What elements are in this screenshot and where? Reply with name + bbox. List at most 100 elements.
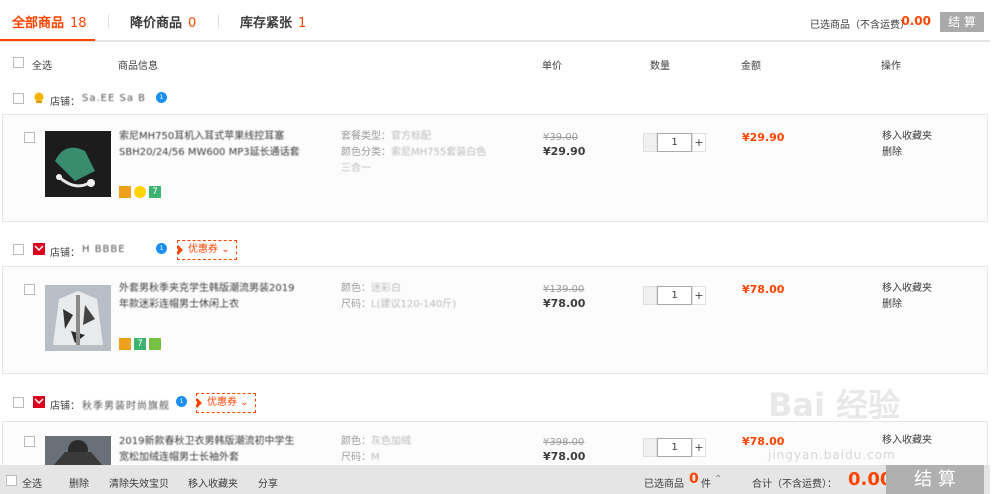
move-to-favorites-link[interactable]: 移入收藏夹 bbox=[882, 281, 932, 297]
sku-value: 三合一 bbox=[341, 163, 371, 174]
shop-row: 店铺： Sa.EE Sa B 1 bbox=[0, 90, 990, 110]
tmall-shop-icon bbox=[33, 243, 45, 255]
cart-tabs: 全部商品 18 降价商品 0 库存紧张 1 已选商品（不含运费） 0.00 结 算 bbox=[0, 0, 990, 42]
item-checkbox[interactable] bbox=[24, 132, 35, 143]
wangwang-chat-icon[interactable]: 1 bbox=[156, 243, 167, 254]
item-checkbox[interactable] bbox=[24, 436, 35, 447]
coupon-button[interactable]: 优惠券 ⌄ bbox=[196, 393, 256, 413]
decrease-quantity-button[interactable] bbox=[643, 438, 657, 457]
sku-line: 颜色：灰色加绒 bbox=[341, 434, 411, 450]
camo-jacket-product-image bbox=[45, 285, 111, 351]
quantity-input[interactable]: 1 bbox=[657, 438, 692, 457]
decrease-quantity-button[interactable] bbox=[643, 133, 657, 152]
shop-checkbox[interactable] bbox=[13, 93, 24, 104]
lightbulb-icon bbox=[134, 186, 146, 198]
sku-value: 索尼MH755套装白色 bbox=[391, 147, 487, 158]
quantity-input[interactable]: 1 bbox=[657, 133, 692, 152]
sku-value: 官方标配 bbox=[391, 131, 431, 142]
original-price: ¥139.00 bbox=[543, 284, 585, 295]
credit-card-icon bbox=[119, 186, 131, 198]
tab-label: 全部商品 bbox=[12, 16, 65, 31]
item-thumbnail[interactable] bbox=[45, 131, 111, 197]
coupon-button[interactable]: 优惠券 ⌄ bbox=[177, 240, 237, 260]
increase-quantity-button[interactable]: + bbox=[692, 286, 706, 305]
increase-quantity-button[interactable]: + bbox=[692, 438, 706, 457]
move-to-favorites-link[interactable]: 移入收藏夹 bbox=[882, 433, 932, 449]
sku-value: 迷彩白 bbox=[371, 283, 401, 294]
wangwang-chat-icon[interactable]: 1 bbox=[176, 396, 187, 407]
item-thumbnail[interactable] bbox=[45, 436, 111, 466]
item-amount: ¥29.90 bbox=[742, 131, 785, 144]
clear-invalid-items-link[interactable]: 清除失效宝贝 bbox=[109, 475, 169, 490]
tab-divider bbox=[108, 14, 109, 28]
shop-checkbox[interactable] bbox=[13, 244, 24, 255]
sku-label: 套餐类型： bbox=[341, 131, 391, 142]
item-amount: ¥78.00 bbox=[742, 283, 785, 296]
unit-price: ¥78.00 bbox=[543, 297, 586, 310]
sku-line: 套餐类型：官方标配 bbox=[341, 129, 486, 145]
tab-all-items[interactable]: 全部商品 18 bbox=[0, 12, 95, 41]
sku-label: 颜色： bbox=[341, 283, 371, 294]
top-checkout-button[interactable]: 结 算 bbox=[940, 12, 984, 32]
total-label: 合计（不含运费）： bbox=[752, 479, 837, 490]
service-icons: 7 bbox=[119, 337, 164, 351]
tab-label: 降价商品 bbox=[130, 16, 183, 31]
footer-select-all-label: 全选 bbox=[22, 479, 42, 490]
shop-checkbox[interactable] bbox=[13, 397, 24, 408]
item-checkbox[interactable] bbox=[24, 284, 35, 295]
unit-price: ¥78.00 bbox=[543, 450, 586, 463]
coupon-label: 优惠券 bbox=[188, 244, 218, 255]
sku-label: 尺码： bbox=[341, 452, 371, 463]
item-title-link[interactable]: 索尼MH750耳机入耳式苹果线控耳塞 SBH20/24/56 MW600 MP3… bbox=[119, 129, 304, 161]
item-title-link[interactable]: 外套男秋季夹克学生韩版潮流男装2019年款迷彩连帽男士休闲上衣 bbox=[119, 281, 304, 313]
tab-label: 库存紧张 bbox=[240, 16, 293, 31]
quantity-stepper: 1 + bbox=[643, 133, 706, 152]
select-all-checkbox[interactable] bbox=[13, 57, 24, 68]
column-unit-price: 单价 bbox=[542, 61, 562, 72]
tab-count: 0 bbox=[188, 16, 197, 31]
column-amount: 金额 bbox=[741, 61, 761, 72]
footer-move-to-favorites-link[interactable]: 移入收藏夹 bbox=[188, 475, 238, 490]
shop-name-link[interactable]: 秋季男装时尚旗舰 bbox=[82, 397, 170, 412]
cart-header: 全选 商品信息 单价 数量 金额 操作 bbox=[0, 55, 990, 75]
checkout-button[interactable]: 结 算 bbox=[886, 465, 984, 494]
delete-item-link[interactable]: 删除 bbox=[882, 145, 932, 161]
quantity-input[interactable]: 1 bbox=[657, 286, 692, 305]
share-link[interactable]: 分享 bbox=[258, 475, 278, 490]
tab-price-drop[interactable]: 降价商品 0 bbox=[130, 12, 196, 31]
item-sku: 颜色：灰色加绒 尺码：M bbox=[341, 434, 411, 466]
sku-label: 颜色： bbox=[341, 436, 371, 447]
wangwang-chat-icon[interactable]: 1 bbox=[156, 92, 167, 103]
selected-count-label: 已选商品 bbox=[644, 479, 684, 490]
shop-row: 店铺： H ВВВЕ 1 优惠券 ⌄ bbox=[0, 240, 990, 260]
sku-line: 颜色：迷彩白 bbox=[341, 281, 456, 297]
item-sku: 套餐类型：官方标配 颜色分类：索尼MH755套装白色 三合一 bbox=[341, 129, 486, 177]
sku-line: 颜色分类：索尼MH755套装白色 bbox=[341, 145, 486, 161]
item-amount: ¥78.00 bbox=[742, 435, 785, 448]
select-all-label: 全选 bbox=[32, 61, 52, 72]
tab-divider bbox=[218, 14, 219, 28]
tab-low-stock[interactable]: 库存紧张 1 bbox=[240, 12, 306, 31]
chevron-up-icon[interactable]: ⌃ bbox=[714, 474, 722, 485]
shop-label: 店铺： bbox=[50, 248, 80, 259]
shop-name-link[interactable]: Sa.EE Sa B bbox=[82, 93, 146, 104]
footer-delete-link[interactable]: 删除 bbox=[69, 475, 89, 490]
item-actions: 移入收藏夹 删除 bbox=[882, 129, 932, 161]
item-title-link[interactable]: 2019新款春秋卫衣男韩版潮流初中学生宽松加绒连帽男士长袖外套 bbox=[119, 434, 304, 466]
tmall-shop-icon bbox=[33, 396, 45, 408]
sku-label: 尺码： bbox=[341, 299, 371, 310]
shop-level-crown-icon bbox=[34, 92, 44, 103]
shop-name-link[interactable]: H ВВВЕ bbox=[82, 244, 126, 255]
quantity-stepper: 1 + bbox=[643, 286, 706, 305]
footer-select-all-checkbox[interactable] bbox=[6, 475, 17, 486]
sku-line: 三合一 bbox=[341, 161, 486, 177]
chevron-down-icon: ⌄ bbox=[240, 397, 249, 408]
item-actions: 移入收藏夹 bbox=[882, 433, 932, 449]
move-to-favorites-link[interactable]: 移入收藏夹 bbox=[882, 129, 932, 145]
delete-item-link[interactable]: 删除 bbox=[882, 297, 932, 313]
cart-item: 索尼MH750耳机入耳式苹果线控耳塞 SBH20/24/56 MW600 MP3… bbox=[2, 114, 988, 222]
item-thumbnail[interactable] bbox=[45, 285, 111, 351]
decrease-quantity-button[interactable] bbox=[643, 286, 657, 305]
sku-label: 颜色分类： bbox=[341, 147, 391, 158]
increase-quantity-button[interactable]: + bbox=[692, 133, 706, 152]
